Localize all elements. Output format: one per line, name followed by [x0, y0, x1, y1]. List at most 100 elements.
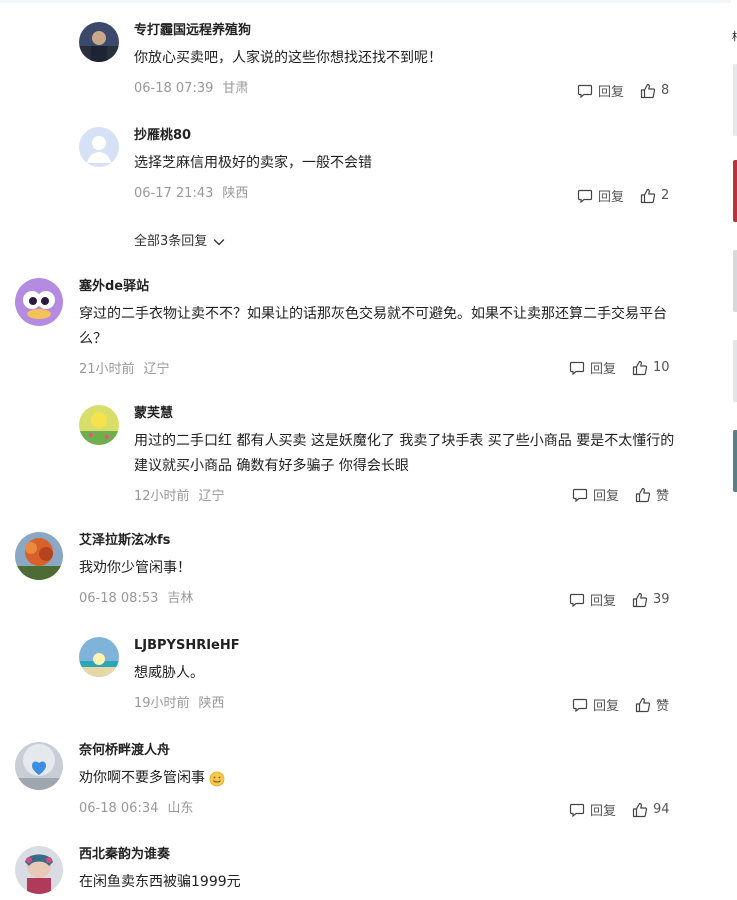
avatar[interactable]: [15, 278, 63, 326]
commenter-name[interactable]: 抄雁桃80: [134, 127, 674, 145]
like-count: 2: [661, 188, 670, 203]
comment-text: 我劝你少管闲事！: [79, 560, 191, 576]
comment-bubble-icon: [572, 488, 588, 502]
comment-bubble-icon: [577, 189, 593, 203]
avatar[interactable]: [15, 846, 63, 894]
comment-bubble-icon: [569, 593, 585, 607]
expand-replies-label: 全部3条回复: [134, 234, 208, 249]
sidebar-card[interactable]: [733, 340, 737, 402]
comment-text: 想威胁人。: [134, 665, 204, 681]
reply-label: 回复: [590, 804, 617, 819]
thumb-up-icon: [632, 360, 648, 375]
comment-time: 12小时前: [134, 489, 190, 504]
avatar[interactable]: [15, 532, 63, 580]
comment-location: 甘肃: [222, 81, 249, 96]
reply-label: 回复: [593, 699, 620, 714]
like-count: 赞: [656, 489, 670, 504]
top-divider: [0, 0, 737, 3]
reply-label: 回复: [593, 489, 620, 504]
comment-actions: 回复 39: [569, 590, 670, 609]
comment-bubble-icon: [572, 698, 588, 712]
reply-label: 回复: [590, 594, 617, 609]
like-count: 39: [653, 592, 670, 607]
comment-text: 穿过的二手衣物让卖不不？如果让的话那灰色交易就不可避免。如果不让卖那还算二手交易…: [79, 306, 667, 347]
like-button[interactable]: 赞: [635, 485, 669, 504]
comment-actions: 回复 2: [577, 186, 669, 205]
comment-text: 在闲鱼卖东西被骗1999元: [79, 874, 241, 890]
comment-location: 辽宁: [143, 362, 170, 377]
expand-replies-button[interactable]: 全部3条回复: [134, 233, 226, 251]
avatar[interactable]: [79, 637, 119, 677]
comment-text: 选择芝麻信用极好的卖家，一般不会错: [134, 155, 372, 171]
avatar[interactable]: [79, 127, 119, 167]
comment-location: 陕西: [198, 696, 225, 711]
comment-time: 06-18 06:34: [79, 801, 159, 816]
comment-actions: 回复 8: [577, 81, 669, 100]
comment-text: 用过的二手口红 都有人买卖 这是妖魔化了 我卖了块手表 买了些小商品 要是不太懂…: [134, 433, 675, 474]
comment-time: 21小时前: [79, 362, 135, 377]
thumb-up-icon: [640, 188, 656, 203]
sidebar-heading-glyph: 相: [732, 28, 737, 44]
thumb-up-icon: [635, 487, 651, 502]
thumb-up-icon: [640, 83, 656, 98]
like-count: 赞: [656, 699, 670, 714]
comment-location: 吉林: [167, 591, 194, 606]
like-button[interactable]: 94: [632, 802, 670, 818]
reply-label: 回复: [598, 85, 625, 100]
reply-button[interactable]: 回复: [572, 695, 619, 714]
comment-text: 你放心买卖吧，人家说的这些你想找还找不到呢！: [134, 50, 442, 66]
avatar[interactable]: [79, 405, 119, 445]
comment-location: 辽宁: [198, 489, 225, 504]
thumb-up-icon: [635, 697, 651, 712]
sidebar-card[interactable]: [733, 430, 737, 492]
reply-label: 回复: [598, 190, 625, 205]
comment-actions: 回复 94: [569, 800, 670, 819]
comment: 西北秦韵为谁奏 在闲鱼卖东西被骗1999元: [15, 846, 679, 895]
comment-actions: 回复 赞: [572, 695, 669, 714]
sidebar-card[interactable]: [733, 160, 737, 222]
comment-actions: 回复 赞: [572, 485, 669, 504]
comment-text-row: 劝你啊不要多管闲事: [79, 766, 679, 791]
like-button[interactable]: 10: [632, 360, 670, 376]
reply-button[interactable]: 回复: [569, 800, 616, 819]
chevron-down-icon: [214, 239, 225, 246]
avatar[interactable]: [15, 742, 63, 790]
like-button[interactable]: 赞: [635, 695, 669, 714]
comment-bubble-icon: [577, 84, 593, 98]
thumb-up-icon: [632, 592, 648, 607]
like-button[interactable]: 8: [640, 83, 669, 99]
like-button[interactable]: 2: [640, 188, 669, 204]
comment-time: 06-17 21:43: [134, 186, 214, 201]
commenter-name[interactable]: 塞外de驿站: [79, 278, 679, 296]
commenter-name[interactable]: LJBPYSHRIeHF: [134, 637, 674, 655]
reply-label: 回复: [590, 362, 617, 377]
comment-actions: 回复 10: [569, 358, 670, 377]
comment-text: 劝你啊不要多管闲事: [79, 770, 205, 786]
reply-button[interactable]: 回复: [569, 590, 616, 609]
sidebar-card[interactable]: [733, 64, 737, 136]
commenter-name[interactable]: 专打霾国远程养殖狗: [134, 22, 674, 40]
reply-button[interactable]: 回复: [577, 81, 624, 100]
commenter-name[interactable]: 艾泽拉斯泫冰fs: [79, 532, 679, 550]
like-count: 8: [661, 83, 670, 98]
reply-button[interactable]: 回复: [572, 485, 619, 504]
comment-time: 06-18 08:53: [79, 591, 159, 606]
comment-bubble-icon: [569, 803, 585, 817]
comment-location: 山东: [167, 801, 194, 816]
reply-button[interactable]: 回复: [569, 358, 616, 377]
avatar[interactable]: [79, 22, 119, 62]
comment-time: 19小时前: [134, 696, 190, 711]
commenter-name[interactable]: 蒙芙慧: [134, 405, 679, 423]
like-count: 94: [653, 802, 670, 817]
like-button[interactable]: 39: [632, 592, 670, 608]
thumb-up-icon: [632, 802, 648, 817]
reply-button[interactable]: 回复: [577, 186, 624, 205]
comment-time: 06-18 07:39: [134, 81, 214, 96]
comment-bubble-icon: [569, 361, 585, 375]
commenter-name[interactable]: 西北秦韵为谁奏: [79, 846, 679, 864]
smile-emoji-icon: [209, 771, 225, 786]
comment-location: 陕西: [222, 186, 249, 201]
commenter-name[interactable]: 奈何桥畔渡人舟: [79, 742, 679, 760]
sidebar-card[interactable]: [733, 250, 737, 312]
like-count: 10: [653, 360, 670, 375]
